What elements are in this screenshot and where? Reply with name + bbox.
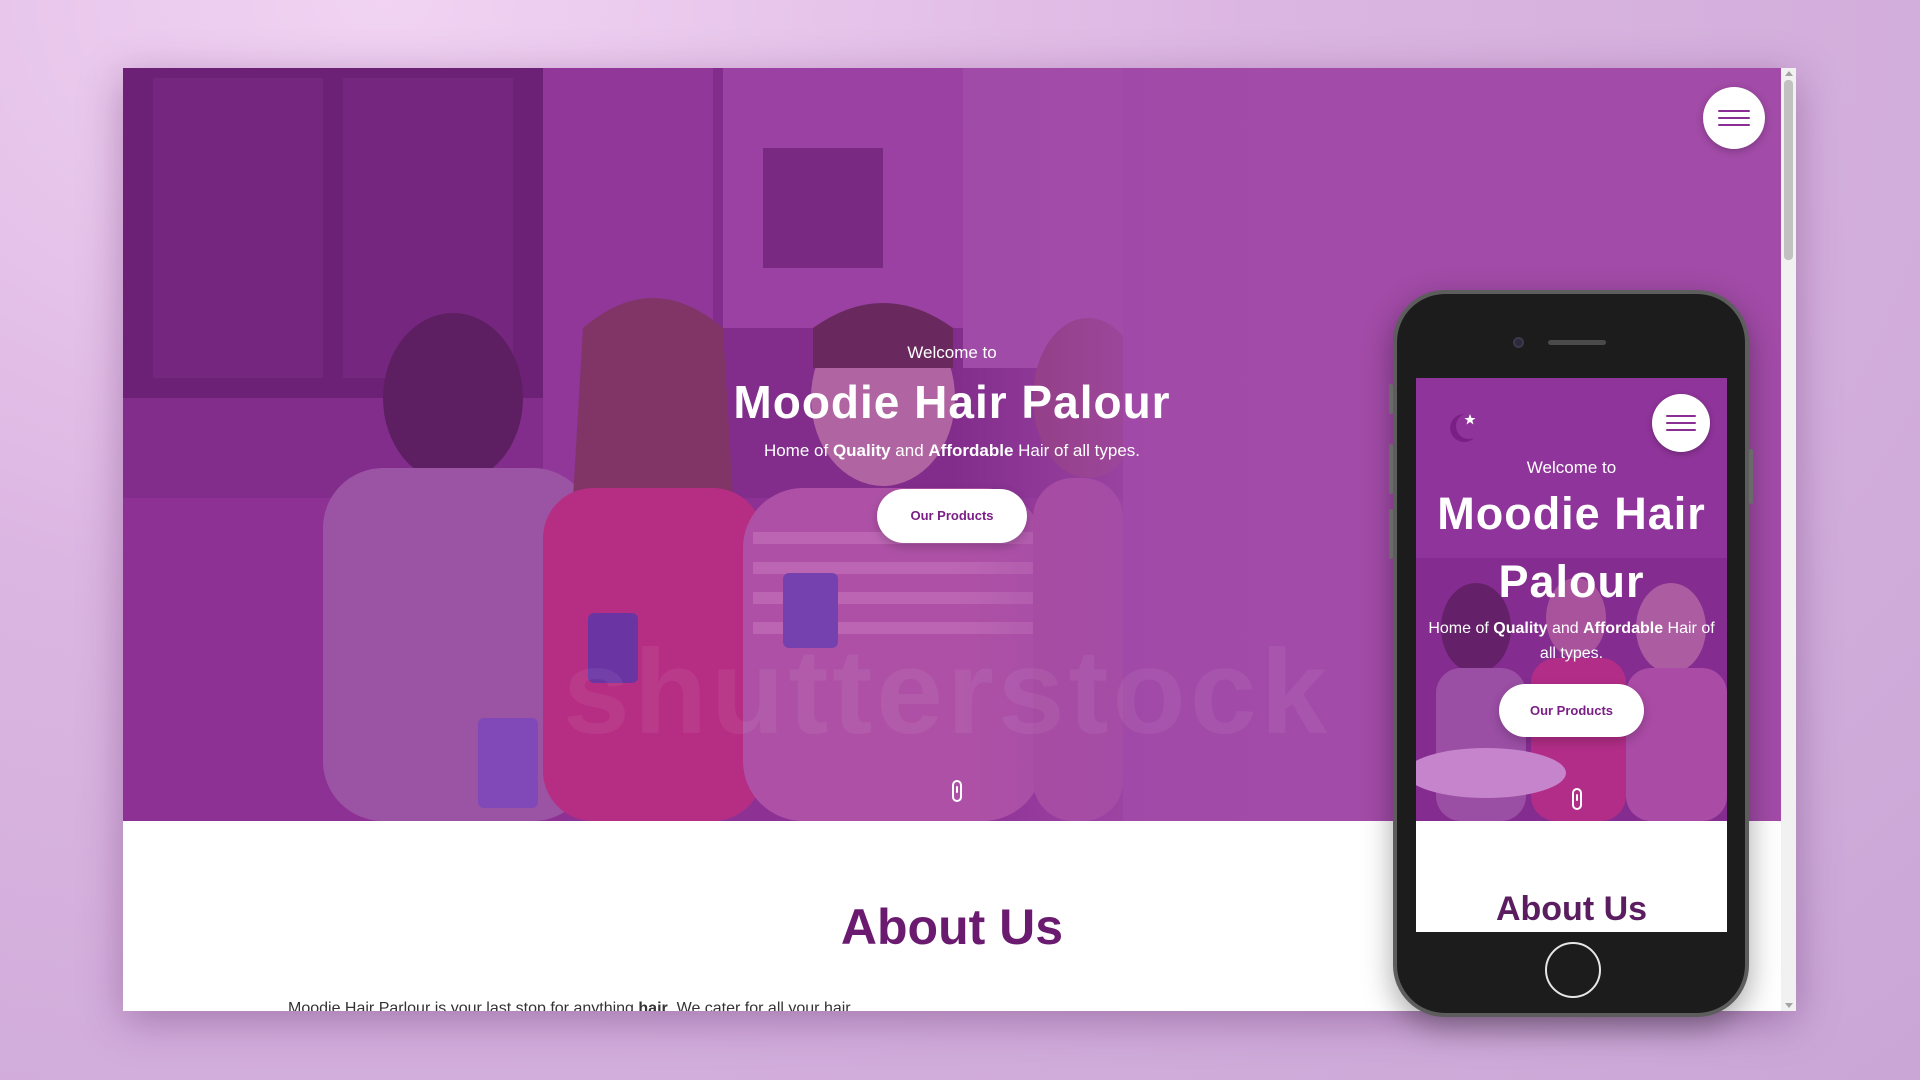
scroll-up-arrow-icon[interactable] [1785,71,1793,76]
menu-line [1666,429,1696,431]
mobile-hero-tagline: Home of Quality and Affordable Hair of a… [1416,616,1727,666]
phone-camera [1513,337,1524,348]
phone-power-button [1749,449,1753,504]
scroll-down-arrow-icon[interactable] [1785,1003,1793,1008]
scroll-thumb[interactable] [1784,80,1793,260]
menu-line [1718,117,1750,119]
tagline-quality: Quality [832,441,891,460]
logo-moon-icon [1450,414,1476,442]
about-text: Moodie Hair Parlour is your last stop fo… [288,1000,851,1011]
phone-home-button[interactable] [1545,942,1601,998]
scroll-mouse-icon[interactable] [952,780,962,802]
phone-speaker [1548,340,1606,345]
tagline-affordable: Affordable [1583,620,1664,637]
vertical-scrollbar[interactable] [1781,68,1796,1011]
mobile-title-line1: Moodie Hair [1437,488,1706,539]
our-products-button[interactable]: Our Products [877,489,1027,543]
mobile-scroll-mouse-icon[interactable] [1572,788,1582,810]
tagline-quality: Quality [1493,620,1548,637]
phone-volume-up [1389,444,1393,494]
tagline-pre: Home of [763,441,829,460]
phone-mute-switch [1389,384,1393,414]
menu-line [1718,124,1750,126]
phone-preview: Welcome to Moodie Hair Palour Home of Qu… [1389,290,1753,1017]
hamburger-menu-icon[interactable] [1703,87,1765,149]
mobile-hero-section: Welcome to Moodie Hair Palour Home of Qu… [1416,378,1727,821]
mobile-hero-title: Moodie Hair Palour [1416,480,1727,616]
tagline-pre: Home of [1428,620,1489,637]
about-text-post: . We cater for all your hair [667,1000,851,1011]
mobile-about-heading: About Us [1495,890,1648,928]
mobile-title-line2: Palour [1498,556,1645,607]
about-text-bold: hair [638,1000,668,1011]
phone-screen: Welcome to Moodie Hair Palour Home of Qu… [1416,378,1727,932]
tagline-and: and [1551,620,1579,637]
menu-line [1666,422,1696,424]
mobile-our-products-button[interactable]: Our Products [1499,684,1644,737]
about-text-pre: Moodie Hair Parlour is your last stop fo… [288,1000,634,1011]
tagline-post: Hair of all types. [1018,441,1141,460]
mobile-hero-content: Welcome to Moodie Hair Palour Home of Qu… [1416,458,1727,737]
moodie-logo [1434,408,1490,460]
phone-volume-down [1389,509,1393,559]
mobile-hamburger-menu-icon[interactable] [1652,394,1710,452]
tagline-and: and [895,441,924,460]
tagline-affordable: Affordable [928,441,1014,460]
menu-line [1666,415,1696,417]
menu-line [1718,110,1750,112]
mobile-hero-welcome: Welcome to [1526,458,1617,477]
